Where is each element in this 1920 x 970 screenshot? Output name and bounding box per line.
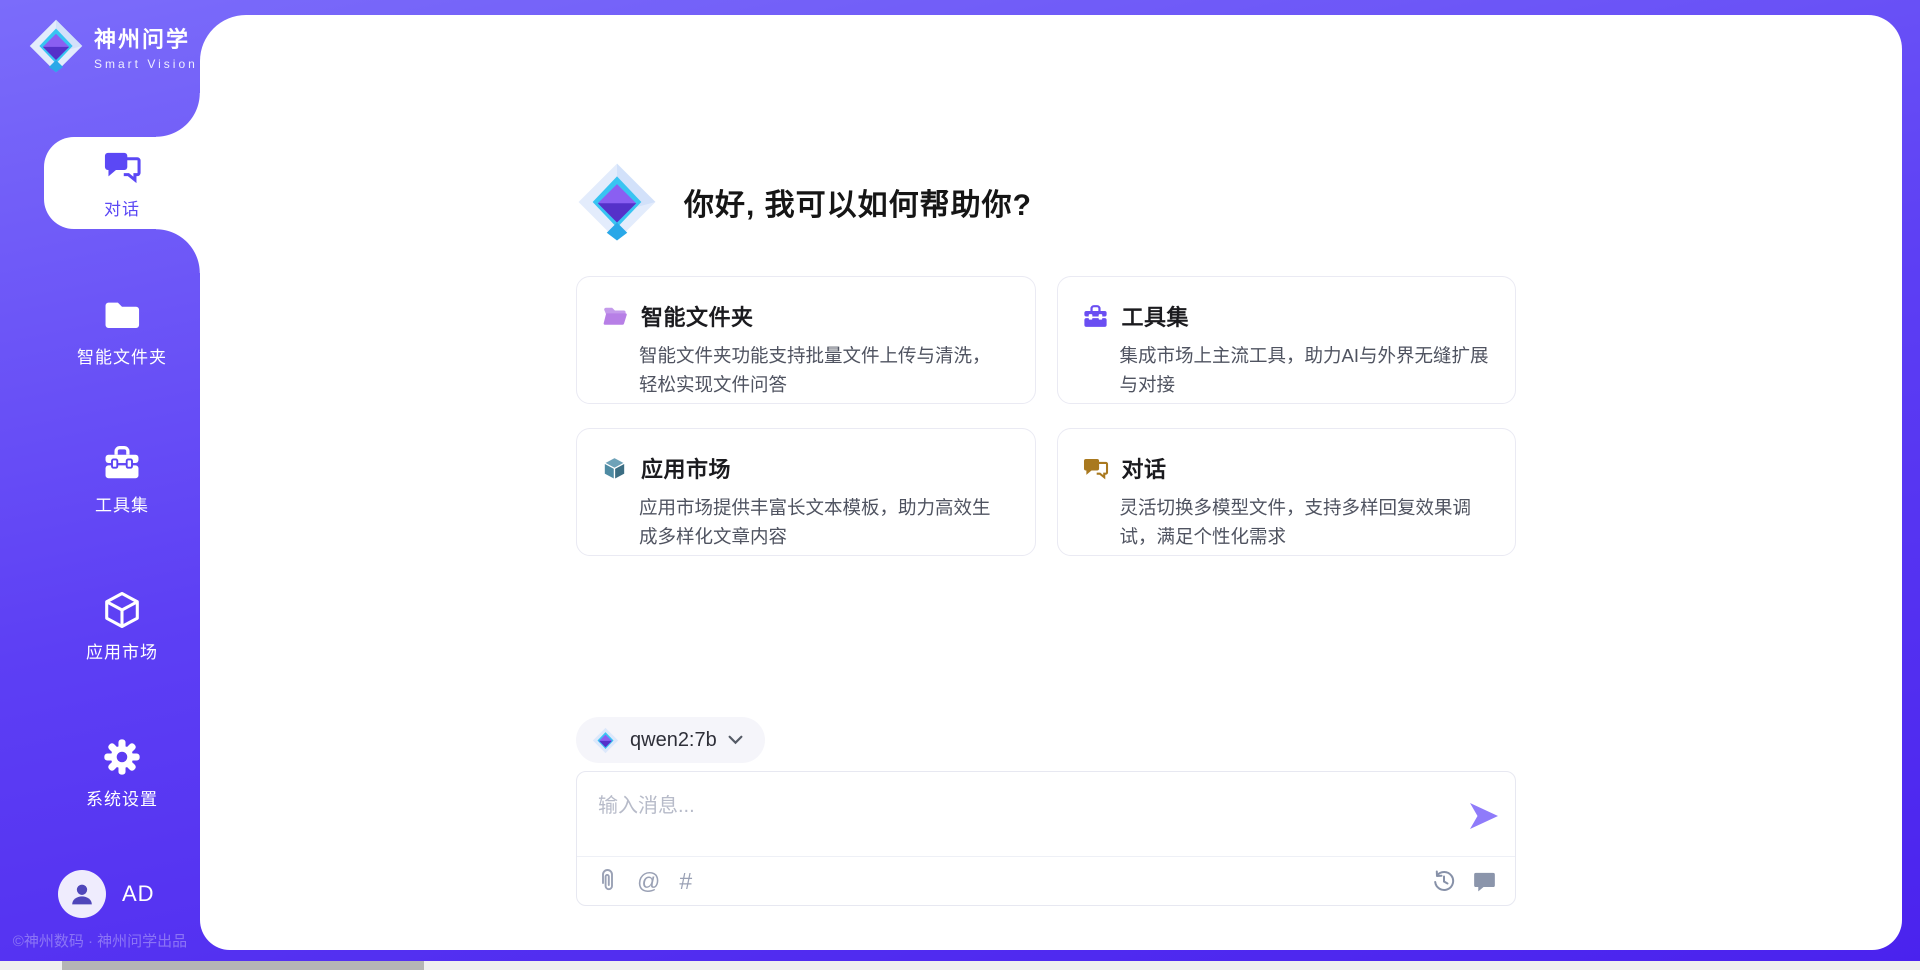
- card-title: 对话: [1122, 452, 1167, 484]
- hashtag-icon[interactable]: #: [679, 870, 692, 893]
- chevron-down-icon: [728, 735, 743, 745]
- brand-diamond-icon: [28, 18, 84, 74]
- card-app-market[interactable]: 应用市场 应用市场提供丰富长文本模板，助力高效生成多样化文章内容: [576, 428, 1036, 556]
- gear-icon: [102, 737, 142, 777]
- message-input[interactable]: [598, 789, 1428, 823]
- user-account[interactable]: AD: [58, 870, 155, 918]
- card-smart-folder[interactable]: 智能文件夹 智能文件夹功能支持批量文件上传与清洗，轻松实现文件问答: [576, 276, 1036, 404]
- chat-bubbles-icon: [102, 147, 142, 187]
- card-description: 集成市场上主流工具，助力AI与外界无缝扩展与对接: [1120, 341, 1490, 399]
- folder-open-icon: [601, 303, 628, 330]
- sidebar: 神州问学 Smart Vision 对话 智能文件夹 工具集: [0, 0, 200, 970]
- sidebar-item-label: 智能文件夹: [77, 343, 167, 368]
- sidebar-item-app-market[interactable]: 应用市场: [44, 580, 200, 672]
- card-description: 灵活切换多模型文件，支持多样回复效果调试，满足个性化需求: [1120, 493, 1490, 551]
- copyright-text: ©神州数码 · 神州问学出品: [0, 930, 200, 951]
- card-toolset[interactable]: 工具集 集成市场上主流工具，助力AI与外界无缝扩展与对接: [1057, 276, 1517, 404]
- greeting-diamond-icon: [576, 161, 658, 243]
- sidebar-item-label: 对话: [104, 195, 140, 220]
- model-diamond-icon: [592, 727, 619, 754]
- greeting-block: 你好, 我可以如何帮助你?: [576, 161, 1032, 243]
- avatar[interactable]: [58, 870, 106, 918]
- horizontal-scrollbar: [0, 961, 1920, 970]
- greeting-title: 你好, 我可以如何帮助你?: [684, 180, 1032, 224]
- card-title: 智能文件夹: [641, 300, 754, 332]
- main-panel: 你好, 我可以如何帮助你? 智能文件夹 智能文件夹功能支持批量文件上传与清洗，轻…: [200, 15, 1902, 950]
- card-title: 应用市场: [641, 452, 731, 484]
- send-icon[interactable]: [1468, 801, 1500, 831]
- sidebar-item-toolset[interactable]: 工具集: [44, 433, 200, 525]
- app-subtitle: Smart Vision: [94, 57, 198, 71]
- toolbox-icon: [1082, 303, 1109, 330]
- composer-toolbar: @ #: [577, 857, 1515, 905]
- chat-bubbles-icon: [1082, 455, 1109, 482]
- toolbox-icon: [102, 443, 142, 483]
- attachment-icon[interactable]: [596, 868, 618, 894]
- sidebar-item-settings[interactable]: 系统设置: [44, 727, 200, 819]
- folder-icon: [102, 295, 142, 335]
- card-description: 智能文件夹功能支持批量文件上传与清洗，轻松实现文件问答: [639, 341, 1009, 399]
- model-selector[interactable]: qwen2:7b: [576, 717, 765, 763]
- message-composer: @ #: [576, 771, 1516, 906]
- mention-icon[interactable]: @: [637, 870, 660, 893]
- person-icon: [67, 879, 97, 909]
- app-logo: 神州问学 Smart Vision: [28, 18, 198, 74]
- card-chat[interactable]: 对话 灵活切换多模型文件，支持多样回复效果调试，满足个性化需求: [1057, 428, 1517, 556]
- cube-icon: [102, 590, 142, 630]
- model-name: qwen2:7b: [630, 729, 717, 752]
- app-title: 神州问学: [94, 22, 198, 54]
- content-column: 你好, 我可以如何帮助你? 智能文件夹 智能文件夹功能支持批量文件上传与清洗，轻…: [576, 15, 1516, 950]
- sidebar-item-chat[interactable]: 对话: [44, 137, 200, 229]
- feature-cards: 智能文件夹 智能文件夹功能支持批量文件上传与清洗，轻松实现文件问答 工具集 集成…: [576, 276, 1516, 556]
- scrollbar-thumb[interactable]: [62, 961, 424, 970]
- sidebar-item-label: 工具集: [95, 491, 149, 516]
- sidebar-item-label: 系统设置: [86, 785, 158, 810]
- cube-faceted-icon: [601, 455, 628, 482]
- sidebar-item-smart-folder[interactable]: 智能文件夹: [44, 285, 200, 377]
- card-description: 应用市场提供丰富长文本模板，助力高效生成多样化文章内容: [639, 493, 1009, 551]
- history-icon[interactable]: [1432, 869, 1456, 893]
- card-title: 工具集: [1122, 300, 1190, 332]
- user-name: AD: [122, 881, 155, 907]
- sidebar-item-label: 应用市场: [86, 638, 158, 663]
- feedback-bubble-icon[interactable]: [1473, 870, 1496, 893]
